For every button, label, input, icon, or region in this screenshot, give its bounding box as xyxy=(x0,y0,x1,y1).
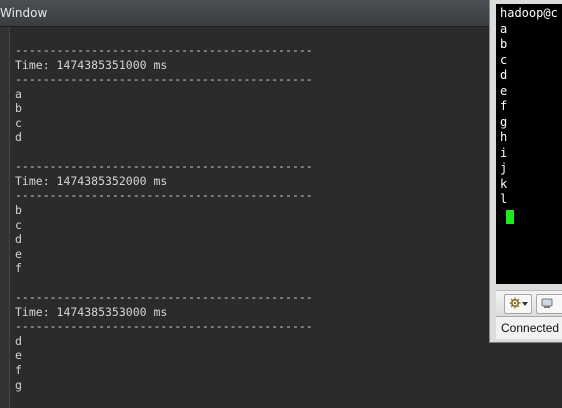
terminal-line: j xyxy=(500,161,508,175)
connection-status: Connected to xyxy=(501,321,562,335)
console-line: e xyxy=(15,348,22,363)
console-line: ----------------------------------------… xyxy=(15,159,313,174)
terminal-cursor xyxy=(506,210,514,224)
terminal-screen[interactable]: hadoop@c a b c d e f g h i j k l xyxy=(496,4,562,284)
settings-menu-button[interactable] xyxy=(504,294,532,314)
console-line: b xyxy=(15,101,22,116)
console-line: g xyxy=(15,377,22,392)
terminal-line: a xyxy=(500,21,508,36)
console-line: d xyxy=(15,333,22,348)
terminal-line: l xyxy=(500,192,508,206)
session-button[interactable] xyxy=(536,294,562,314)
console-line: ----------------------------------------… xyxy=(15,43,313,57)
terminal-line: hadoop@c xyxy=(500,6,558,20)
terminal-line: k xyxy=(500,176,508,191)
console-text: ----------------------------------------… xyxy=(15,43,313,392)
console-line: ----------------------------------------… xyxy=(15,290,313,305)
terminal-statusbar: Connected to xyxy=(496,316,562,339)
terminal-line: f xyxy=(500,99,508,113)
terminal-line: c xyxy=(500,52,508,67)
console-line: f xyxy=(15,363,22,378)
chevron-down-icon xyxy=(522,302,528,306)
terminal-toolbar xyxy=(496,290,562,315)
console-line: ----------------------------------------… xyxy=(15,72,313,87)
console-line: Time: 1474385351000 ms xyxy=(15,57,168,72)
terminal-line: e xyxy=(500,83,508,98)
settings-gear-icon xyxy=(509,297,521,309)
terminal-line: i xyxy=(500,145,508,160)
console-line: Time: 1474385352000 ms xyxy=(15,173,168,188)
session-icon xyxy=(541,298,553,308)
terminal-text: hadoop@c a b c d e f g h i j k l xyxy=(500,6,558,208)
console-line: ----------------------------------------… xyxy=(15,319,313,334)
console-line: c xyxy=(15,217,22,232)
console-line: f xyxy=(15,261,22,276)
eclipse-console-window: Window ---------------------------------… xyxy=(0,0,562,408)
terminal-line: g xyxy=(500,114,508,129)
console-line: c xyxy=(15,115,22,130)
console-line: d xyxy=(15,232,22,247)
putty-terminal-window: hadoop@cabcdefghijkl Connected to xyxy=(489,0,562,343)
terminal-line: d xyxy=(500,68,508,82)
console-line: Time: 1474385353000 ms xyxy=(15,304,168,319)
console-gutter xyxy=(0,27,10,408)
console-line: a xyxy=(15,86,22,101)
terminal-line: b xyxy=(500,37,508,51)
menu-bar: Window xyxy=(0,0,562,27)
console-output-area[interactable]: ----------------------------------------… xyxy=(0,27,562,408)
console-line: b xyxy=(15,203,22,218)
menu-item-window[interactable]: Window xyxy=(0,6,47,20)
console-line: d xyxy=(15,130,22,145)
console-line: ----------------------------------------… xyxy=(15,188,313,203)
console-line: e xyxy=(15,246,22,261)
terminal-line: h xyxy=(500,130,508,144)
